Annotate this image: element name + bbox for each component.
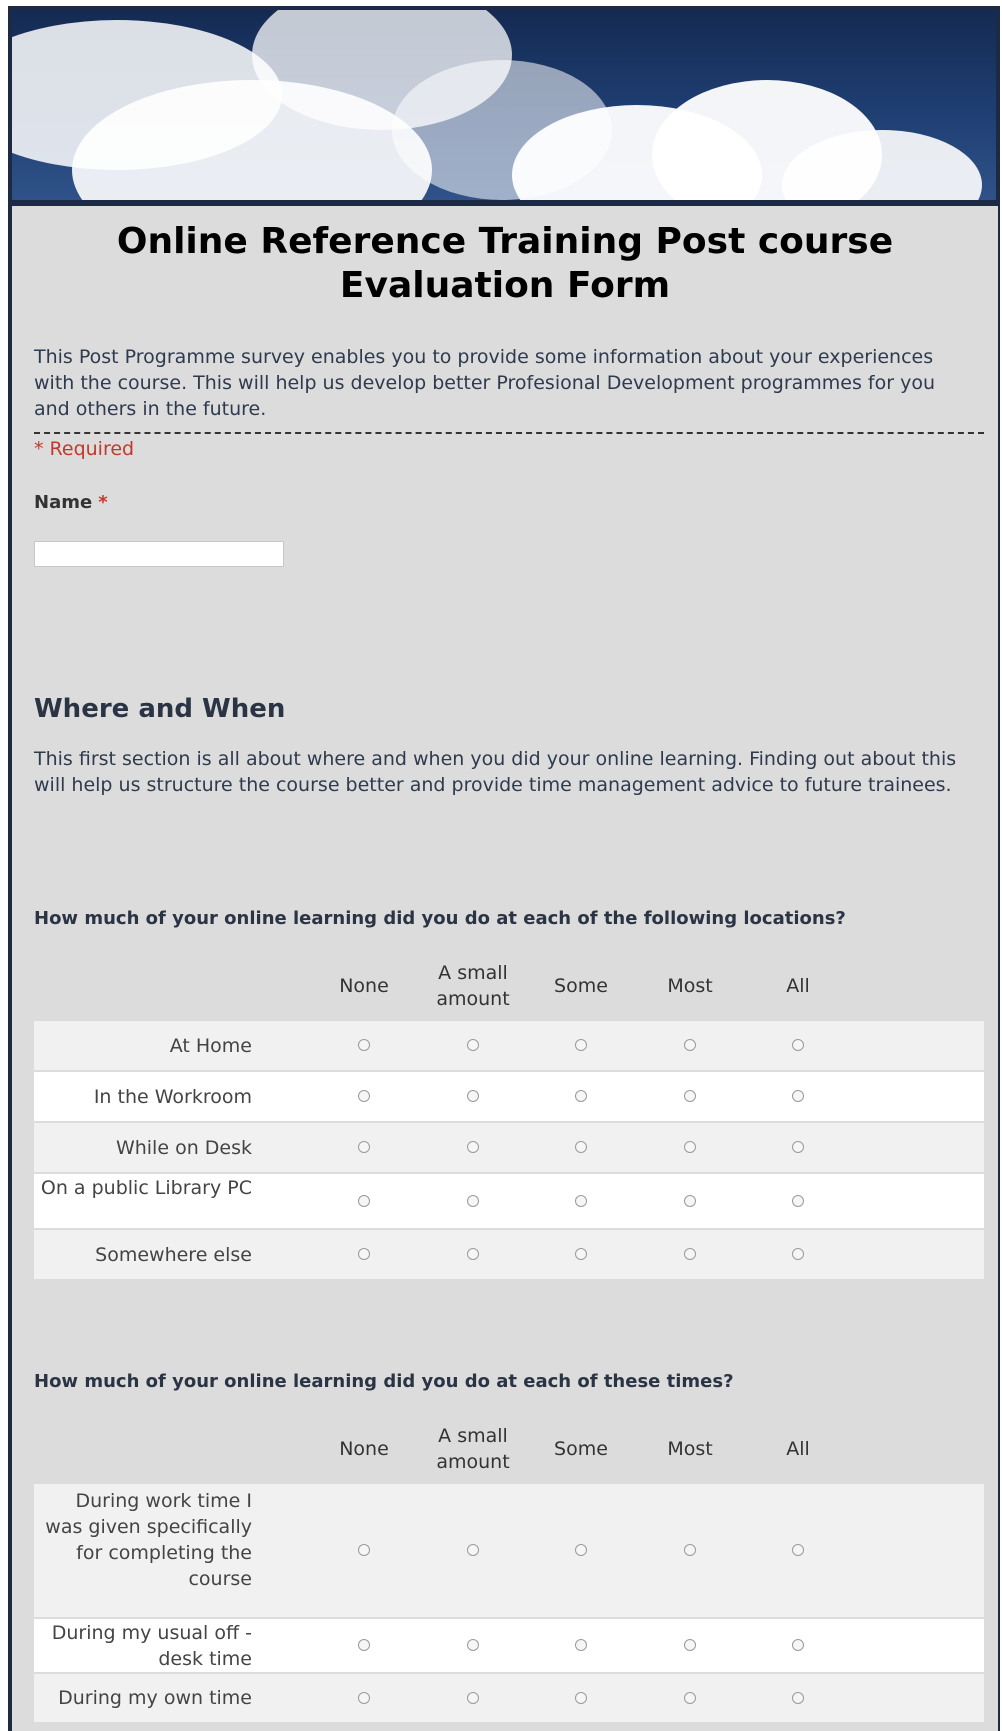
- radio-all[interactable]: [792, 1195, 804, 1207]
- row-label: During work time I was given specificall…: [45, 1490, 252, 1590]
- times-grid: None A small amount Some Most All During…: [34, 1414, 984, 1722]
- grid-row-in-the-workroom: In the Workroom: [34, 1072, 984, 1121]
- grid-header: None A small amount Some Most All: [34, 951, 984, 1021]
- question-times: How much of your online learning did you…: [34, 1371, 734, 1392]
- radio-all[interactable]: [792, 1692, 804, 1704]
- name-label: Name *: [34, 492, 108, 513]
- form-title-line-2: Evaluation Form: [339, 265, 671, 306]
- header-banner-image: [12, 10, 996, 200]
- col-header-all: All: [786, 975, 810, 997]
- row-label: During my usual off -desk time: [51, 1622, 252, 1670]
- col-header-small-amount: A small amount: [436, 962, 510, 1010]
- grid-row-off-desk-time: During my usual off -desk time: [34, 1619, 984, 1672]
- radio-small-amount[interactable]: [467, 1248, 479, 1260]
- grid-row-while-on-desk: While on Desk: [34, 1123, 984, 1172]
- radio-most[interactable]: [684, 1141, 696, 1153]
- radio-small-amount[interactable]: [467, 1141, 479, 1153]
- radio-small-amount[interactable]: [467, 1544, 479, 1556]
- required-note: * Required: [34, 438, 135, 460]
- radio-all[interactable]: [792, 1544, 804, 1556]
- row-label: In the Workroom: [93, 1086, 252, 1108]
- radio-most[interactable]: [684, 1692, 696, 1704]
- locations-grid: None A small amount Some Most All At Hom…: [34, 951, 984, 1281]
- radio-most[interactable]: [684, 1639, 696, 1651]
- col-header-most: Most: [667, 1438, 713, 1460]
- row-label: At Home: [169, 1035, 252, 1057]
- row-label: Somewhere else: [95, 1244, 252, 1266]
- grid-header: None A small amount Some Most All: [34, 1414, 984, 1484]
- grid-row-own-time: During my own time: [34, 1674, 984, 1722]
- radio-some[interactable]: [575, 1090, 587, 1102]
- form-description: This Post Programme survey enables you t…: [34, 346, 935, 420]
- radio-some[interactable]: [575, 1195, 587, 1207]
- radio-all[interactable]: [792, 1090, 804, 1102]
- form-title: Online Reference Training Post course Ev…: [12, 220, 998, 308]
- radio-some[interactable]: [575, 1692, 587, 1704]
- radio-none[interactable]: [358, 1195, 370, 1207]
- radio-some[interactable]: [575, 1544, 587, 1556]
- section-description: This first section is all about where an…: [34, 748, 957, 796]
- radio-some[interactable]: [575, 1248, 587, 1260]
- radio-small-amount[interactable]: [467, 1195, 479, 1207]
- form-container: Online Reference Training Post course Ev…: [8, 6, 1000, 1731]
- col-header-some: Some: [554, 975, 608, 997]
- radio-all[interactable]: [792, 1141, 804, 1153]
- grid-row-at-home: At Home: [34, 1021, 984, 1070]
- name-label-text: Name: [34, 492, 93, 513]
- row-label: While on Desk: [115, 1137, 252, 1159]
- radio-some[interactable]: [575, 1141, 587, 1153]
- radio-small-amount[interactable]: [467, 1090, 479, 1102]
- row-label: On a public Library PC: [40, 1177, 252, 1199]
- form-title-line-1: Online Reference Training Post course: [116, 221, 894, 262]
- grid-row-somewhere-else: Somewhere else: [34, 1230, 984, 1279]
- dashed-divider: [34, 432, 984, 434]
- radio-most[interactable]: [684, 1248, 696, 1260]
- col-header-all: All: [786, 1438, 810, 1460]
- col-header-some: Some: [554, 1438, 608, 1460]
- radio-none[interactable]: [358, 1544, 370, 1556]
- radio-some[interactable]: [575, 1039, 587, 1051]
- radio-none[interactable]: [358, 1692, 370, 1704]
- row-label: During my own time: [58, 1687, 252, 1709]
- radio-all[interactable]: [792, 1039, 804, 1051]
- required-star: *: [98, 492, 108, 513]
- radio-all[interactable]: [792, 1639, 804, 1651]
- radio-small-amount[interactable]: [467, 1639, 479, 1651]
- section-title: Where and When: [34, 694, 286, 724]
- form-body: Online Reference Training Post course Ev…: [12, 206, 998, 1731]
- radio-small-amount[interactable]: [467, 1692, 479, 1704]
- radio-all[interactable]: [792, 1248, 804, 1260]
- radio-none[interactable]: [358, 1639, 370, 1651]
- radio-most[interactable]: [684, 1544, 696, 1556]
- grid-row-public-library-pc: On a public Library PC: [34, 1174, 984, 1228]
- radio-none[interactable]: [358, 1141, 370, 1153]
- col-header-none: None: [339, 1438, 389, 1460]
- radio-small-amount[interactable]: [467, 1039, 479, 1051]
- question-locations: How much of your online learning did you…: [34, 908, 846, 929]
- radio-most[interactable]: [684, 1195, 696, 1207]
- radio-most[interactable]: [684, 1039, 696, 1051]
- col-header-most: Most: [667, 975, 713, 997]
- radio-some[interactable]: [575, 1639, 587, 1651]
- grid-row-work-time-given: During work time I was given specificall…: [34, 1484, 984, 1617]
- col-header-small-amount: A small amount: [436, 1425, 510, 1473]
- col-header-none: None: [339, 975, 389, 997]
- radio-none[interactable]: [358, 1248, 370, 1260]
- name-input[interactable]: [34, 541, 284, 567]
- page-frame: Online Reference Training Post course Ev…: [0, 0, 1002, 1731]
- radio-none[interactable]: [358, 1090, 370, 1102]
- radio-none[interactable]: [358, 1039, 370, 1051]
- radio-most[interactable]: [684, 1090, 696, 1102]
